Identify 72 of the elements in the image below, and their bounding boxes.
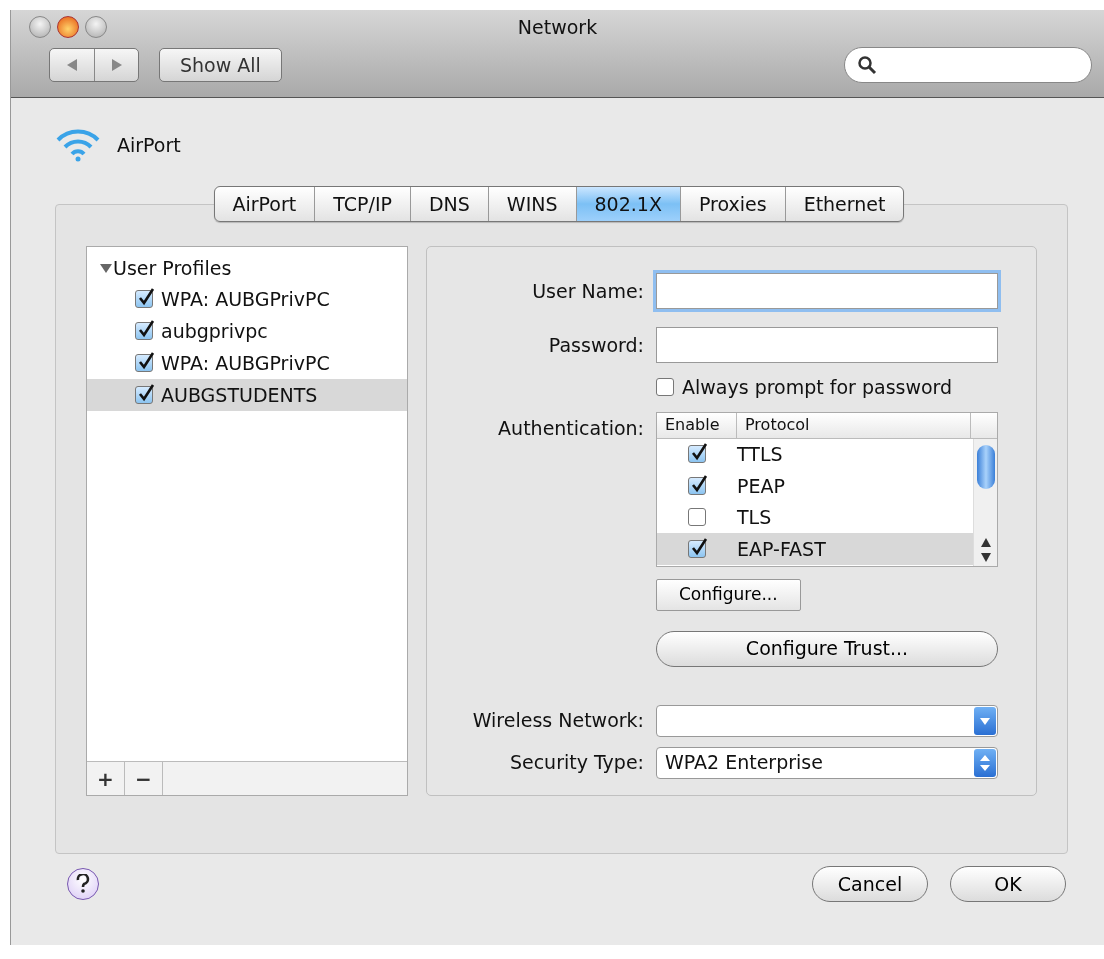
tab[interactable]: AirPort: [214, 187, 315, 221]
tab[interactable]: Ethernet: [784, 187, 904, 221]
field-label: Wireless Network:: [471, 708, 644, 734]
user-name-field[interactable]: [656, 273, 998, 309]
wifi-icon: [55, 128, 101, 162]
field-label: Security Type:: [508, 750, 644, 776]
checkbox[interactable]: [656, 378, 674, 397]
column-header: Protocol: [737, 412, 971, 438]
protocol-name: EAP-FAST: [737, 536, 826, 562]
field-label: Authentication:: [497, 415, 644, 441]
checkbox[interactable]: [135, 386, 153, 404]
left-arrow-icon: [65, 58, 79, 72]
cancel-button[interactable]: Cancel: [812, 866, 928, 902]
ok-button[interactable]: OK: [950, 866, 1066, 902]
field-label: Password:: [547, 332, 644, 358]
profile-item[interactable]: WPA: AUBGPrivPC: [87, 283, 407, 315]
profile-name: aubgprivpc: [161, 318, 268, 344]
security-type-dropdown[interactable]: WPA2 Enterprise: [656, 746, 998, 779]
search-icon: [857, 55, 877, 75]
caret-icon: [974, 748, 996, 777]
configure-trust-button[interactable]: Configure Trust...: [656, 630, 998, 667]
checkbox[interactable]: [135, 322, 153, 340]
tab[interactable]: Proxies: [679, 187, 785, 221]
add-button[interactable]: +: [87, 762, 125, 795]
question-mark-icon: [76, 874, 90, 894]
protocol-row[interactable]: TTLS: [657, 438, 973, 470]
scrollbar[interactable]: [973, 438, 997, 566]
network-dropdown[interactable]: [656, 704, 998, 737]
back-forward-control[interactable]: [49, 48, 139, 82]
service-name: AirPort: [117, 132, 181, 158]
dropdown-value: WPA2 Enterprise: [665, 750, 823, 776]
profile-item[interactable]: aubgprivpc: [87, 315, 407, 347]
show-all-button[interactable]: Show All: [159, 48, 282, 82]
close-button[interactable]: [57, 16, 79, 38]
checkbox[interactable]: [688, 445, 706, 464]
protocol-row[interactable]: TLS: [657, 501, 973, 533]
configure-button[interactable]: Configure...: [656, 578, 801, 611]
caret-icon: [974, 706, 996, 735]
checkbox[interactable]: [135, 354, 153, 372]
protocol-name: TTLS: [737, 442, 783, 467]
tab[interactable]: WINS: [487, 187, 576, 221]
checkbox[interactable]: [688, 539, 706, 558]
column-header: Enable: [657, 412, 737, 438]
minimize-button[interactable]: [29, 16, 51, 38]
disclosure-triangle[interactable]: [99, 262, 113, 274]
protocol-name: TLS: [737, 505, 772, 530]
profile-item[interactable]: AUBGSTUDENTS: [87, 379, 407, 411]
tab[interactable]: TCP/IP: [314, 187, 410, 221]
checkbox-label: Always prompt for password: [682, 375, 953, 400]
checkbox[interactable]: [688, 508, 706, 527]
help-button[interactable]: [67, 868, 99, 900]
scroll-down-arrow-icon[interactable]: [980, 552, 991, 562]
protocol-row[interactable]: PEAP: [657, 470, 973, 502]
zoom-button[interactable]: [85, 16, 107, 38]
profile-name: WPA: AUBGPrivPC: [161, 286, 330, 312]
scroll-up-arrow-icon[interactable]: [980, 537, 991, 547]
profile-item[interactable]: WPA: AUBGPrivPC: [87, 347, 407, 379]
protocol-row[interactable]: EAP-FAST: [657, 533, 973, 565]
checkbox[interactable]: [688, 476, 706, 495]
field-label: User Name:: [531, 278, 644, 304]
password-field[interactable]: [656, 327, 998, 363]
right-arrow-icon: [109, 58, 124, 72]
search-field[interactable]: [844, 47, 1092, 83]
tab[interactable]: 802.1X: [575, 187, 680, 221]
remove-button[interactable]: −: [125, 762, 163, 795]
checkbox[interactable]: [135, 290, 153, 308]
profile-name: AUBGSTUDENTS: [161, 382, 318, 408]
tree-group-label: User Profiles: [113, 255, 232, 281]
protocol-name: PEAP: [737, 473, 785, 499]
tab[interactable]: DNS: [409, 187, 488, 221]
profile-name: WPA: AUBGPrivPC: [161, 350, 330, 376]
window-title: Network: [516, 14, 599, 40]
